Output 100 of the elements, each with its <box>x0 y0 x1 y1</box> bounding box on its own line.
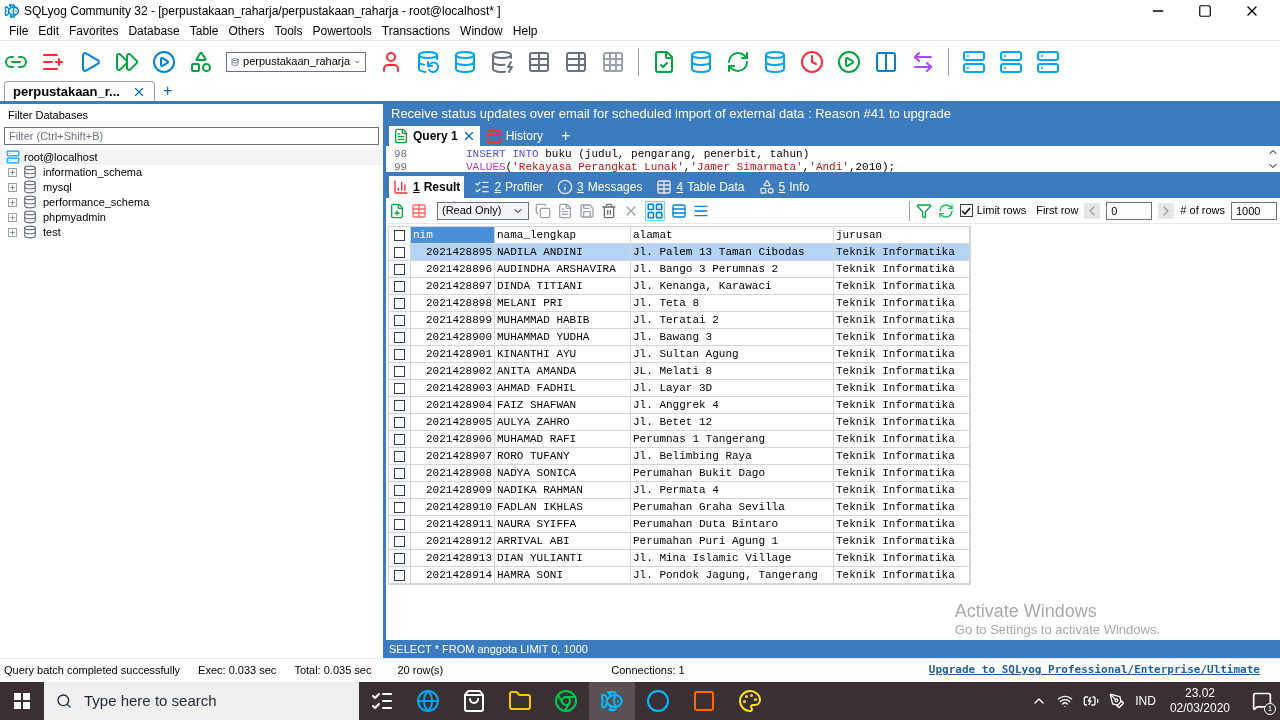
menu-item[interactable]: Edit <box>33 22 65 40</box>
row-checkbox[interactable] <box>394 399 405 411</box>
document-tab[interactable]: perpustakaan_r... <box>4 81 155 101</box>
expand-toggle[interactable] <box>8 227 17 237</box>
table-properties-icon[interactable] <box>564 49 588 74</box>
menu-item[interactable]: Window <box>455 22 508 40</box>
menu-item[interactable]: Favorites <box>64 22 124 40</box>
column-header[interactable]: nama_lengkap <box>495 227 631 244</box>
table-row[interactable]: 2021428902 ANITA AMANDA JL. Melati 8 Teknik Informatika <box>389 363 970 380</box>
table-row[interactable]: 2021428904 FAIZ SHAFWAN Jl. Anggrek 4 Teknik Informatika <box>389 397 970 414</box>
table-row[interactable]: 2021428911 NAURA SYIFFA Perumahan Duta Bintaro Teknik Informatika <box>389 516 970 533</box>
server-check-icon[interactable] <box>999 49 1023 74</box>
file-check-icon[interactable] <box>652 49 676 74</box>
table-row[interactable]: 2021428914 HAMRA SONI Jl. Pondok Jagung, Tangerang Teknik Informatika <box>389 567 970 584</box>
table-row[interactable]: 2021428900 MUHAMMAD YUDHA Jl. Bawang 3 Teknik Informatika <box>389 329 970 346</box>
folder-icon[interactable] <box>508 689 532 713</box>
save-icon[interactable] <box>579 202 595 219</box>
limit-rows-checkbox[interactable] <box>959 204 973 217</box>
browser-icon[interactable] <box>416 689 440 713</box>
row-checkbox[interactable] <box>394 501 405 513</box>
select-all-checkbox[interactable] <box>394 230 405 241</box>
menu-item[interactable]: File <box>4 22 34 40</box>
expand-toggle[interactable] <box>8 212 17 222</box>
windows-start-icon[interactable] <box>14 693 30 709</box>
result-tab[interactable]: 5 Info <box>754 176 814 198</box>
row-checkbox[interactable] <box>394 552 405 564</box>
new-tab-button[interactable]: + <box>158 81 177 101</box>
table-row[interactable]: 2021428908 NADYA SONICA Perumahan Bukit Dago Teknik Informatika <box>389 465 970 482</box>
server-sync-icon[interactable] <box>962 49 986 74</box>
row-checkbox[interactable] <box>394 450 405 462</box>
table-row[interactable]: 2021428903 AHMAD FADHIL Jl. Layar 3D Teknik Informatika <box>389 380 970 397</box>
first-row-field[interactable]: 0 <box>1106 201 1153 220</box>
row-checkbox[interactable] <box>394 467 405 479</box>
result-tab[interactable]: 1 Result <box>389 176 465 198</box>
columns-icon[interactable] <box>874 49 898 74</box>
store-icon[interactable] <box>462 689 486 713</box>
row-checkbox[interactable] <box>394 314 405 326</box>
menu-item[interactable]: Database <box>123 22 185 40</box>
menu-item[interactable]: Powertools <box>307 22 377 40</box>
table-row[interactable]: 2021428896 AUDINDHA ARSHAVIRA Jl. Bango 3 Perumnas 2 Teknik Informatika <box>389 261 970 278</box>
row-checkbox[interactable] <box>394 348 405 360</box>
notification-icon[interactable] <box>1252 691 1272 711</box>
table-row[interactable]: 2021428912 ARRIVAL ABI Perumahan Puri Agung 1 Teknik Informatika <box>389 533 970 550</box>
language-indicator[interactable]: IND <box>1135 692 1156 710</box>
add-row-icon[interactable] <box>389 202 405 219</box>
tree-item[interactable]: mysql <box>43 178 72 196</box>
row-checkbox[interactable] <box>394 365 405 377</box>
menu-item[interactable]: Help <box>507 22 543 40</box>
clock-icon[interactable] <box>800 49 824 74</box>
expand-toggle[interactable] <box>8 182 17 192</box>
row-checkbox[interactable] <box>394 535 405 547</box>
column-header[interactable]: alamat <box>631 227 834 244</box>
table-row[interactable]: 2021428898 MELANI PRI Jl. Teta 8 Teknik Informatika <box>389 295 970 312</box>
taskbar-search-field[interactable]: Type here to search <box>44 682 359 720</box>
table-menu-icon[interactable] <box>411 202 427 219</box>
paint-palette-icon[interactable] <box>738 689 762 713</box>
maximize-icon[interactable] <box>1198 4 1212 18</box>
tree-item[interactable]: information_schema <box>43 163 143 181</box>
play-circle-icon[interactable] <box>152 49 176 74</box>
row-checkbox[interactable] <box>394 382 405 394</box>
table-row[interactable]: 2021428909 NADIKA RAHMAN Jl. Permata 4 Teknik Informatika <box>389 482 970 499</box>
table-row[interactable]: 2021428905 AULYA ZAHRO Jl. Betet 12 Teknik Informatika <box>389 414 970 431</box>
result-tab[interactable]: 2 Profiler <box>470 176 548 198</box>
expand-toggle[interactable] <box>8 197 17 207</box>
query-tab[interactable]: Query 1 <box>389 126 480 146</box>
table-row[interactable]: 2021428910 FADLAN IKHLAS Perumahan Graha Sevilla Teknik Informatika <box>389 499 970 516</box>
copy-icon[interactable] <box>535 202 551 219</box>
next-icon[interactable] <box>1158 202 1175 219</box>
wifi-icon[interactable] <box>1057 693 1074 709</box>
table-row[interactable]: 2021428907 RORO TUFANY Jl. Belimbing Raya Teknik Informatika <box>389 448 970 465</box>
query-tab[interactable]: History <box>481 126 548 146</box>
menu-item[interactable]: Table <box>184 22 224 40</box>
table-row[interactable]: 2021428901 KINANTHI AYU Jl. Sultan Agung Teknik Informatika <box>389 346 970 363</box>
table-row[interactable]: 2021428899 MUHAMMAD HABIB Jl. Teratai 2 Teknik Informatika <box>389 312 970 329</box>
tree-item[interactable]: test <box>43 223 61 241</box>
table-row[interactable]: 2021428906 MUHAMAD RAFI Perumnas 1 Tangerang Teknik Informatika <box>389 431 970 448</box>
refresh-icon[interactable] <box>726 49 750 74</box>
row-checkbox[interactable] <box>394 246 405 258</box>
menu-item[interactable]: Transactions <box>376 22 456 40</box>
row-checkbox[interactable] <box>394 331 405 343</box>
row-checkbox[interactable] <box>394 416 405 428</box>
clock[interactable]: 23.02 02/03/2020 <box>1165 686 1234 716</box>
column-header[interactable]: jurusan <box>834 227 970 244</box>
row-checkbox[interactable] <box>394 280 405 292</box>
table-row[interactable]: 2021428897 DINDA TITIANI Jl. Kenanga, Karawaci Teknik Informatika <box>389 278 970 295</box>
filter-field[interactable]: Filter (Ctrl+Shift+B) <box>4 126 379 145</box>
menu-item[interactable]: Others <box>223 22 270 40</box>
menu-item[interactable]: Tools <box>269 22 308 40</box>
grid-view-icon[interactable] <box>645 200 665 221</box>
row-checkbox[interactable] <box>394 518 405 530</box>
expand-toggle[interactable] <box>8 167 17 177</box>
row-checkbox[interactable] <box>394 569 405 581</box>
row-checkbox[interactable] <box>394 263 405 275</box>
upgrade-link[interactable]: Upgrade to SQLyog Professional/Enterprise/Ultimate <box>928 662 1260 679</box>
upgrade-banner[interactable]: Receive status updates over email for scheduled import of external data : Reason #41 to upgrade <box>386 104 1280 124</box>
form-view-icon[interactable] <box>671 202 687 219</box>
grid-icon[interactable] <box>601 49 625 74</box>
table-icon[interactable] <box>527 49 551 74</box>
compare-icon[interactable] <box>911 49 935 74</box>
tree-item[interactable]: root@localhost <box>0 149 383 165</box>
